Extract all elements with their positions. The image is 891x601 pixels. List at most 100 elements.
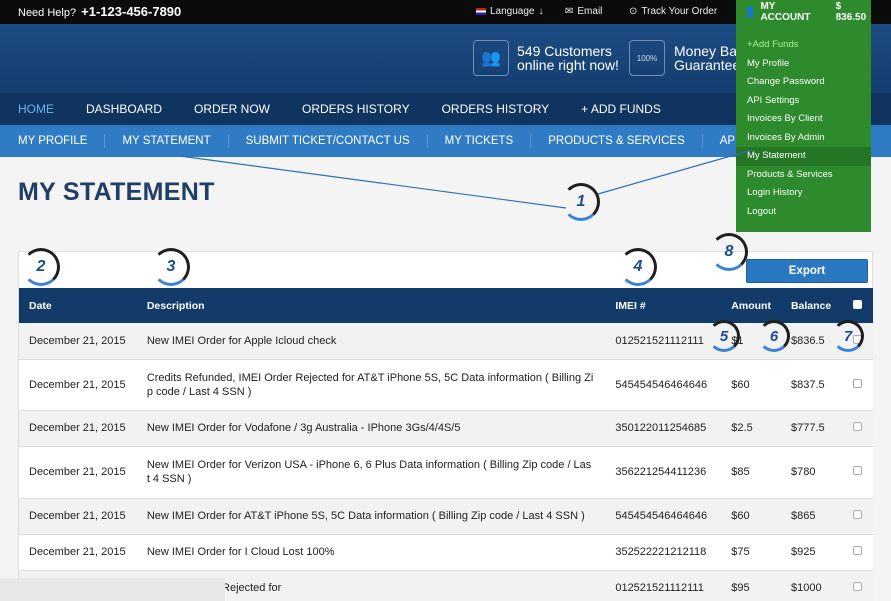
row-date: December 21, 2015 — [19, 446, 137, 499]
nav-order-now[interactable]: ORDER NOW — [194, 102, 270, 116]
checkbox-icon — [852, 422, 862, 431]
nav-home[interactable]: HOME — [18, 102, 54, 116]
email-link[interactable]: ✉ Email — [565, 6, 602, 17]
col-description: Description — [146, 299, 205, 312]
row-checkbox[interactable] — [842, 446, 873, 499]
envelope-icon: ✉ — [565, 6, 574, 17]
bottom-overlay-bar — [0, 578, 225, 601]
table-row: December 21, 2015 Credits Refunded, IMEI… — [19, 359, 873, 411]
menu-logout[interactable]: Logout — [736, 203, 871, 222]
customers-line1: 549 Customers — [517, 43, 612, 59]
arrow-down-icon: ↓ — [538, 6, 544, 17]
row-description: New IMEI Order for Verizon USA - iPhone … — [136, 446, 606, 499]
track-order-link[interactable]: ⊙ Track Your Order — [629, 6, 717, 17]
row-imei: 012521521112111 — [605, 570, 722, 601]
row-date: December 21, 2015 — [19, 498, 137, 535]
row-description: New IMEI Order for I Cloud Lost 100% — [136, 534, 606, 571]
row-checkbox[interactable] — [842, 410, 873, 447]
menu-my-statement[interactable]: My Statement — [736, 147, 871, 166]
subnav-products-services[interactable]: PRODUCTS & SERVICES — [531, 134, 703, 148]
money-back-icon: 100% — [629, 40, 665, 76]
export-button[interactable]: Export — [746, 259, 868, 283]
map-pin-icon: ⊙ — [629, 6, 638, 17]
select-all-checkbox[interactable] — [843, 288, 873, 323]
annotation-marker-2: 2 — [22, 248, 60, 286]
menu-add-funds[interactable]: +Add Funds — [736, 36, 871, 55]
menu-change-password[interactable]: Change Password — [736, 73, 871, 92]
phone-number[interactable]: +1-123-456-7890 — [81, 4, 181, 19]
annotation-marker-1: 1 — [562, 183, 600, 221]
table-row: December 21, 2015 New IMEI Order for Ver… — [19, 446, 873, 499]
menu-invoices-by-admin[interactable]: Invoices By Admin — [736, 129, 871, 148]
row-date: December 21, 2015 — [19, 534, 137, 571]
row-imei: 012521521112111 — [605, 323, 722, 360]
row-balance: $777.5 — [780, 410, 843, 447]
col-imei: IMEI # — [615, 299, 646, 312]
nav-add-funds[interactable]: + ADD FUNDS — [581, 102, 661, 116]
customers-online: 549 Customers online right now! — [517, 44, 619, 72]
annotation-marker-4: 4 — [619, 248, 657, 286]
money-back-guarantee: Money Bac Guarantee — [674, 44, 744, 72]
checkbox-icon — [852, 466, 862, 475]
page-title: MY STATEMENT — [18, 178, 215, 206]
language-label: Language — [490, 6, 535, 17]
nav-orders-history[interactable]: ORDERS HISTORY — [302, 102, 410, 116]
customers-line2: online right now! — [517, 57, 619, 73]
money-line2: Guarantee — [674, 57, 741, 73]
table-row: December 21, 2015 New IMEI Order for Vod… — [19, 410, 873, 447]
customers-icon: 👥 — [473, 40, 509, 76]
row-checkbox[interactable] — [842, 570, 873, 601]
menu-my-profile[interactable]: My Profile — [736, 55, 871, 74]
table-row: December 21, 2015 New IMEI Order for App… — [19, 323, 873, 360]
flag-icon — [476, 8, 486, 15]
row-imei: 545454546464646 — [605, 498, 722, 535]
subnav-my-statement[interactable]: MY STATEMENT — [105, 134, 229, 148]
row-checkbox[interactable] — [842, 534, 873, 571]
annotation-marker-6: 6 — [758, 320, 790, 352]
row-balance: $925 — [780, 534, 843, 571]
row-amount: $95 — [721, 570, 781, 601]
language-selector[interactable]: Language ↓ — [476, 6, 544, 17]
menu-invoices-by-client[interactable]: Invoices By Client — [736, 110, 871, 129]
row-amount: $60 — [721, 498, 781, 535]
nav-dashboard[interactable]: DASHBOARD — [86, 102, 162, 116]
menu-products-services[interactable]: Products & Services — [736, 166, 871, 185]
row-balance: $780 — [780, 446, 843, 499]
checkbox-icon — [852, 546, 862, 555]
subnav-my-tickets[interactable]: MY TICKETS — [428, 134, 532, 148]
row-checkbox[interactable] — [842, 498, 873, 535]
col-balance: Balance — [790, 299, 832, 312]
statement-table: Date Description IMEI # Amount Balance D… — [19, 288, 873, 601]
track-label: Track Your Order — [641, 6, 718, 17]
subnav-submit-ticket[interactable]: SUBMIT TICKET/CONTACT US — [229, 134, 428, 148]
annotation-marker-3: 3 — [152, 248, 190, 286]
menu-login-history[interactable]: Login History — [736, 184, 871, 203]
checkbox-icon — [852, 510, 862, 519]
row-balance: $837.5 — [780, 359, 843, 411]
row-description: New IMEI Order for AT&T iPhone 5S, 5C Da… — [136, 498, 606, 535]
row-checkbox[interactable] — [842, 359, 873, 411]
row-imei: 350122011254685 — [605, 410, 722, 447]
annotation-line — [179, 155, 567, 209]
checkbox-icon — [852, 378, 862, 388]
col-date: Date — [29, 299, 52, 312]
table-row: December 21, 2015 New IMEI Order for AT&… — [19, 498, 873, 535]
email-label: Email — [577, 6, 603, 17]
annotation-marker-8: 8 — [710, 233, 748, 271]
checkbox-icon — [852, 582, 862, 591]
menu-api-settings[interactable]: API Settings — [736, 92, 871, 111]
row-balance: $865 — [780, 498, 843, 535]
checkbox-icon — [852, 299, 862, 309]
row-date: December 21, 2015 — [19, 323, 137, 360]
row-description: New IMEI Order for Apple Icloud check — [136, 323, 606, 360]
money-line1: Money Bac — [674, 43, 745, 59]
table-header-row: Date Description IMEI # Amount Balance — [19, 288, 873, 323]
subnav-my-profile[interactable]: MY PROFILE — [0, 134, 106, 148]
account-dropdown-menu: +Add Funds My Profile Change Password AP… — [736, 24, 871, 232]
my-account-button[interactable]: 👤 MY ACCOUNT $ 836.50 — [736, 0, 871, 24]
nav-orders-history-2[interactable]: ORDERS HISTORY — [442, 102, 550, 116]
row-description: New IMEI Order for Vodafone / 3g Austral… — [136, 410, 606, 447]
row-description: Credits Refunded, IMEI Order Rejected fo… — [136, 359, 606, 411]
annotation-marker-7: 7 — [832, 320, 864, 352]
row-date: December 21, 2015 — [19, 359, 137, 411]
